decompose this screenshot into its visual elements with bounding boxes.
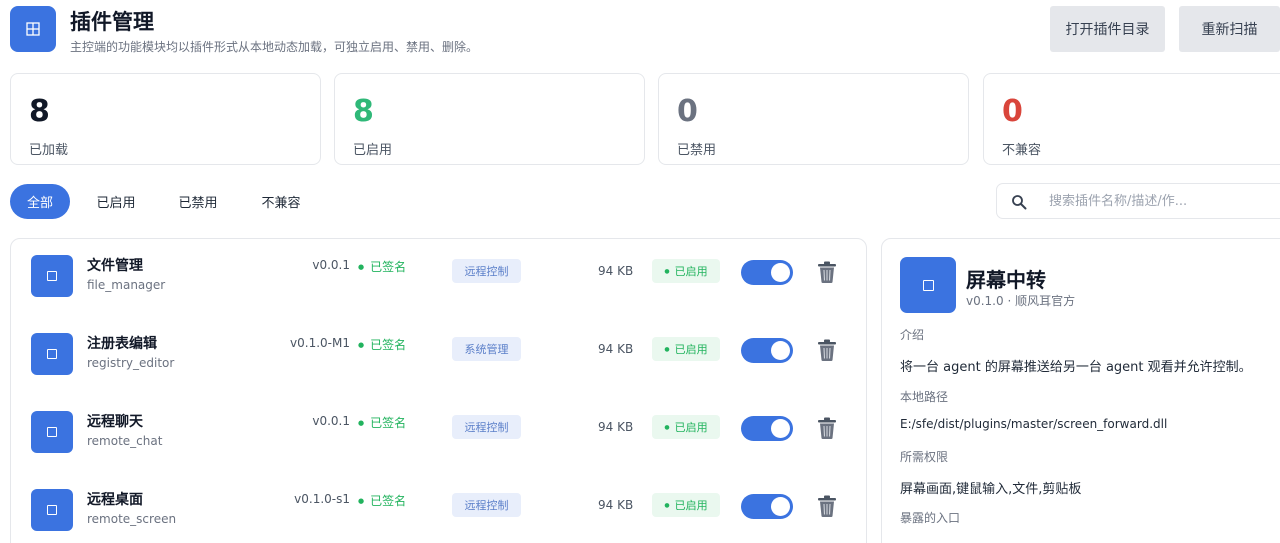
plugin-version: v0.0.1: [312, 258, 350, 272]
delete-trash-icon[interactable]: [816, 260, 838, 284]
plugin-version: v0.1.0-M1: [290, 336, 350, 350]
permission-label: 所需权限: [900, 450, 949, 464]
tab-incompatible[interactable]: 不兼容: [250, 184, 312, 219]
signed-badge: 已签名: [358, 492, 406, 509]
category-tag: 远程控制: [452, 415, 521, 439]
plugin-detail-panel: 屏幕中转 v0.1.0 · 顺风耳官方 介绍 将一台 agent 的屏幕推送给另…: [881, 238, 1280, 543]
delete-trash-icon[interactable]: [816, 338, 838, 362]
plugin-id: remote_chat: [87, 434, 163, 448]
stat-card-incompatible: 0 不兼容: [983, 73, 1280, 165]
stat-card-enabled: 8 已启用: [334, 73, 645, 165]
path-text: E:/sfe/dist/plugins/master/screen_forwar…: [900, 417, 1168, 431]
plugin-row[interactable]: 文件管理 file_manager v0.0.1 已签名 远程控制 94 KB …: [11, 239, 866, 317]
toggle-knob: [771, 497, 790, 516]
signed-badge: 已签名: [358, 414, 406, 431]
category-tag: 远程控制: [452, 493, 521, 517]
plugin-detail-meta: v0.1.0 · 顺风耳官方: [966, 294, 1076, 308]
status-badge: 已启用: [652, 337, 720, 361]
page-subtitle: 主控端的功能模块均以插件形式从本地动态加载，可独立启用、禁用、删除。: [70, 40, 479, 54]
search-input[interactable]: [1049, 184, 1279, 218]
delete-trash-icon[interactable]: [816, 416, 838, 440]
enable-toggle[interactable]: [741, 494, 793, 519]
search-box[interactable]: [996, 183, 1280, 219]
plugin-id: file_manager: [87, 278, 166, 292]
plugin-version: v0.1.0-s1: [294, 492, 350, 506]
status-badge: 已启用: [652, 493, 720, 517]
path-label: 本地路径: [900, 390, 949, 404]
plugin-name: 远程桌面: [87, 492, 143, 508]
toggle-knob: [771, 341, 790, 360]
permission-text: 屏幕画面,键鼠输入,文件,剪贴板: [900, 482, 1082, 497]
plugin-row[interactable]: 远程聊天 remote_chat v0.0.1 已签名 远程控制 94 KB 已…: [11, 395, 866, 473]
enable-toggle[interactable]: [741, 338, 793, 363]
stat-card-disabled: 0 已禁用: [658, 73, 969, 165]
stat-value: 0: [1002, 94, 1023, 129]
app-logo-icon: [10, 6, 56, 52]
stat-value: 0: [677, 94, 698, 129]
signed-badge: 已签名: [358, 336, 406, 353]
stat-label: 已禁用: [677, 143, 717, 158]
intro-text: 将一台 agent 的屏幕推送给另一台 agent 观看并允许控制。: [900, 360, 1252, 375]
status-badge: 已启用: [652, 415, 720, 439]
plugin-icon: [31, 333, 73, 375]
plugin-icon: [31, 489, 73, 531]
category-tag: 远程控制: [452, 259, 521, 283]
plugin-list: 文件管理 file_manager v0.0.1 已签名 远程控制 94 KB …: [10, 238, 867, 543]
status-badge: 已启用: [652, 259, 720, 283]
stat-card-loaded: 8 已加载: [10, 73, 321, 165]
plugin-row[interactable]: 远程桌面 remote_screen v0.1.0-s1 已签名 远程控制 94…: [11, 473, 866, 543]
plugin-size: 94 KB: [598, 264, 634, 278]
plugin-size: 94 KB: [598, 498, 634, 512]
category-tag: 系统管理: [452, 337, 521, 361]
stat-label: 已加载: [29, 143, 69, 158]
toggle-knob: [771, 263, 790, 282]
intro-label: 介绍: [900, 328, 925, 342]
plugin-detail-icon: [900, 257, 956, 313]
tab-disabled[interactable]: 已禁用: [167, 184, 229, 219]
plugin-icon: [31, 411, 73, 453]
plugin-detail-name: 屏幕中转: [966, 268, 1046, 292]
toggle-knob: [771, 419, 790, 438]
stat-label: 已启用: [353, 143, 393, 158]
open-plugin-dir-button[interactable]: 打开插件目录: [1050, 6, 1165, 52]
delete-trash-icon[interactable]: [816, 494, 838, 518]
entry-label: 暴露的入口: [900, 511, 961, 525]
signed-badge: 已签名: [358, 258, 406, 275]
plugin-icon: [31, 255, 73, 297]
plugin-version: v0.0.1: [312, 414, 350, 428]
plugin-name: 文件管理: [87, 258, 143, 274]
rescan-button[interactable]: 重新扫描: [1179, 6, 1280, 52]
plugin-size: 94 KB: [598, 342, 634, 356]
tab-enabled[interactable]: 已启用: [85, 184, 147, 219]
plugin-id: remote_screen: [87, 512, 177, 526]
enable-toggle[interactable]: [741, 416, 793, 441]
stat-label: 不兼容: [1002, 143, 1042, 158]
tab-all[interactable]: 全部: [10, 184, 70, 219]
plugin-size: 94 KB: [598, 420, 634, 434]
stat-value: 8: [353, 94, 374, 129]
search-icon: [1012, 195, 1027, 210]
grid-icon: [26, 22, 40, 36]
plugin-name: 远程聊天: [87, 414, 143, 430]
stat-value: 8: [29, 94, 50, 129]
plugin-name: 注册表编辑: [87, 336, 157, 352]
page-title: 插件管理: [70, 10, 154, 34]
enable-toggle[interactable]: [741, 260, 793, 285]
plugin-row[interactable]: 注册表编辑 registry_editor v0.1.0-M1 已签名 系统管理…: [11, 317, 866, 395]
plugin-id: registry_editor: [87, 356, 175, 370]
